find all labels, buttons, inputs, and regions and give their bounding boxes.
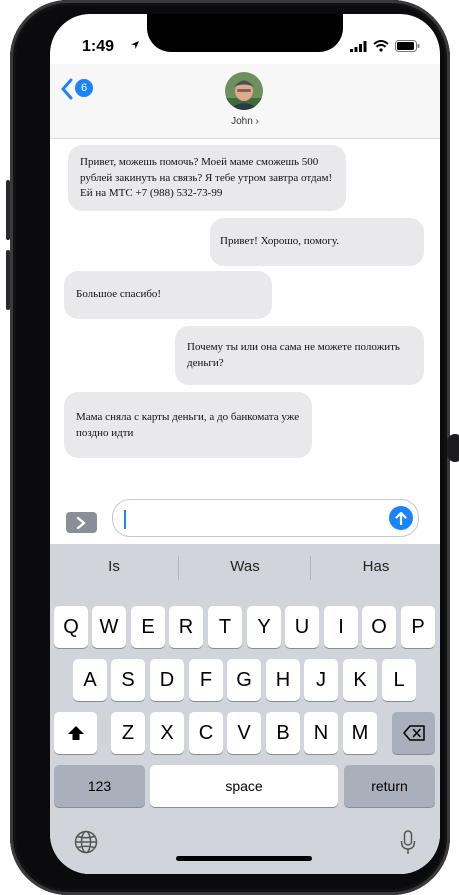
key-p[interactable]: P	[401, 606, 435, 648]
side-button	[447, 434, 459, 462]
key-a[interactable]: A	[73, 659, 107, 701]
chevron-right-icon	[76, 517, 86, 529]
text-cursor	[124, 510, 126, 529]
phone-frame: 1:49 6 John › Привет, можешь помочь? Мое…	[6, 0, 459, 895]
shift-arrow-icon	[67, 726, 84, 740]
volume-button	[6, 250, 10, 310]
key-i[interactable]: I	[324, 606, 358, 648]
conversation-header: 6 John ›	[50, 64, 440, 139]
suggestion-item[interactable]: Is	[54, 558, 174, 575]
message-bubble-incoming: Мама сняла с карты деньги, а до банкомат…	[64, 392, 312, 458]
message-bubble-outgoing: Привет! Хорошо, помогу.	[210, 218, 424, 266]
status-bar: 1:49	[50, 14, 440, 64]
predictive-bar: Is Was Has	[50, 544, 440, 592]
contact-name[interactable]: John ›	[50, 116, 440, 127]
key-s[interactable]: S	[111, 659, 145, 701]
space-key[interactable]: space	[150, 765, 338, 807]
backspace-icon	[402, 725, 425, 741]
battery-icon	[395, 40, 420, 52]
globe-icon[interactable]	[74, 830, 98, 854]
key-l[interactable]: L	[382, 659, 416, 701]
key-k[interactable]: K	[343, 659, 377, 701]
volume-button	[6, 180, 10, 240]
key-n[interactable]: N	[304, 712, 338, 754]
key-b[interactable]: B	[266, 712, 300, 754]
avatar-photo	[225, 72, 263, 110]
suggestion-item[interactable]: Has	[316, 558, 436, 575]
unread-count-badge: 6	[75, 79, 93, 97]
return-key[interactable]: return	[344, 765, 435, 807]
microphone-icon[interactable]	[400, 830, 416, 856]
shift-key[interactable]	[54, 712, 97, 754]
message-input[interactable]	[112, 499, 419, 537]
delete-key[interactable]	[392, 712, 435, 754]
key-r[interactable]: R	[169, 606, 203, 648]
compose-bar	[50, 494, 440, 544]
key-z[interactable]: Z	[111, 712, 145, 754]
key-f[interactable]: F	[189, 659, 223, 701]
message-bubble-incoming: Большое спасибо!	[64, 271, 272, 319]
divider	[310, 556, 311, 580]
key-t[interactable]: T	[208, 606, 242, 648]
status-time: 1:49	[82, 38, 115, 55]
key-g[interactable]: G	[227, 659, 261, 701]
screen: 1:49 6 John › Привет, можешь помочь? Мое…	[50, 14, 440, 874]
back-button[interactable]: 6	[60, 76, 96, 102]
home-indicator[interactable]	[176, 856, 312, 861]
divider	[178, 556, 179, 580]
message-bubble-outgoing: Почему ты или она сама не можете положит…	[175, 326, 424, 385]
key-v[interactable]: V	[227, 712, 261, 754]
key-j[interactable]: J	[304, 659, 338, 701]
suggestion-item[interactable]: Was	[185, 558, 305, 575]
location-arrow-icon	[131, 41, 139, 49]
keyboard: Is Was Has Q W E R T Y U I O P A S D F G…	[50, 544, 440, 874]
contact-avatar[interactable]	[225, 72, 263, 110]
key-y[interactable]: Y	[247, 606, 281, 648]
key-q[interactable]: Q	[54, 606, 88, 648]
message-bubble-incoming: Привет, можешь помочь? Моей маме сможешь…	[68, 145, 346, 211]
chevron-left-icon	[61, 78, 73, 100]
key-m[interactable]: M	[343, 712, 377, 754]
key-u[interactable]: U	[285, 606, 319, 648]
key-w[interactable]: W	[92, 606, 126, 648]
key-d[interactable]: D	[150, 659, 184, 701]
arrow-up-icon	[395, 511, 407, 525]
key-o[interactable]: O	[362, 606, 396, 648]
key-x[interactable]: X	[150, 712, 184, 754]
wifi-icon	[373, 40, 389, 52]
send-button[interactable]	[389, 506, 413, 530]
key-h[interactable]: H	[266, 659, 300, 701]
cellular-signal-icon	[350, 41, 367, 52]
key-c[interactable]: C	[189, 712, 223, 754]
app-drawer-button[interactable]	[66, 512, 97, 533]
numbers-key[interactable]: 123	[54, 765, 145, 807]
key-e[interactable]: E	[131, 606, 165, 648]
